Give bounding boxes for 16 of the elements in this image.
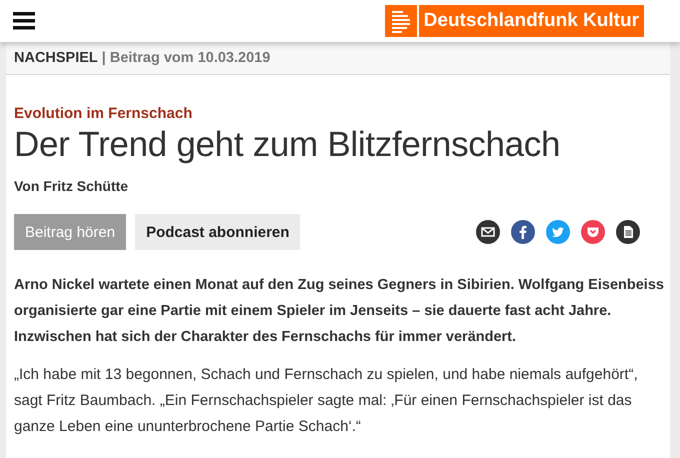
lead-paragraph: Arno Nickel wartete einen Monat auf den Zug seines Gegners in Sibirien. Wolfgang Eisenbeiss organisierte gar eine Partie mit einem Spieler im Jenseits – sie dauerte fast acht Jahre. Inzwischen hat sich der Charakter des Fernschachs für immer verändert. [14, 276, 664, 347]
author: Von Fritz Schütte [14, 178, 130, 194]
body-paragraph: „Ich habe mit 13 begonnen, Schach und Fernschach zu spielen, und habe niemals aufgehört“, sagt Fritz Baumbach. „Ein Fernschachspieler sagte mal: ‚Für einen Fernschachspieler ist das ganze Leben eine ununterbrochene Partie Schach‘.“ [14, 365, 639, 437]
subscribe-button[interactable]: Podcast abonnieren [135, 214, 300, 250]
kicker: Evolution im Fernschach [14, 105, 194, 122]
facebook-icon[interactable] [511, 220, 535, 244]
mail-icon[interactable] [476, 220, 500, 244]
section-label[interactable]: NACHSPIEL [14, 50, 98, 66]
separator: | [102, 50, 106, 66]
document-icon[interactable] [616, 220, 640, 244]
article-title: Der Trend geht zum Blitzfernschach [14, 124, 562, 166]
pocket-icon[interactable] [581, 220, 605, 244]
logo-icon[interactable] [384, 5, 417, 37]
date-label: Beitrag vom 10.03.2019 [110, 50, 270, 66]
menu-icon[interactable] [13, 12, 35, 30]
bird-icon[interactable] [546, 220, 570, 244]
